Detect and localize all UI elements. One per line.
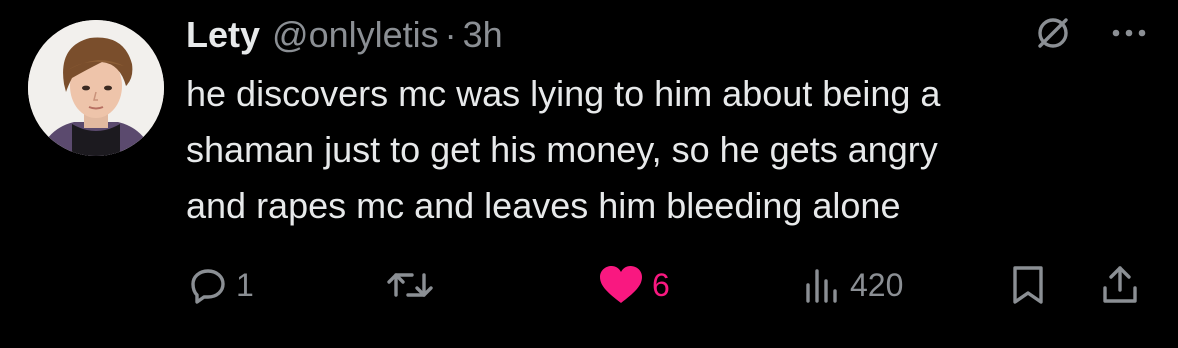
tweet[interactable]: Lety @onlyletis · 3h he discovers mc was… [0, 0, 1178, 348]
grok-button[interactable] [1034, 14, 1072, 52]
view-count: 420 [850, 266, 904, 303]
bookmark-icon [1013, 266, 1043, 304]
reply-icon [191, 269, 225, 304]
heart-icon [600, 266, 642, 303]
user-handle[interactable]: @onlyletis [272, 12, 439, 58]
display-name[interactable]: Lety [186, 12, 260, 58]
tweet-header: Lety @onlyletis · 3h [186, 12, 503, 58]
more-button[interactable] [1110, 27, 1148, 39]
share-icon [1103, 266, 1137, 303]
share-button[interactable] [1100, 262, 1140, 308]
tweet-top-controls [1034, 14, 1148, 52]
tweet-text: he discovers mc was lying to him about b… [186, 73, 941, 226]
retweet-icon [387, 273, 433, 297]
avatar[interactable] [28, 20, 164, 156]
tweet-actions: 1 6 420 [188, 262, 1148, 308]
reply-button[interactable]: 1 [188, 262, 254, 308]
separator-dot: · [444, 14, 457, 55]
like-button[interactable]: 6 [598, 262, 670, 308]
bookmark-button[interactable] [1010, 262, 1046, 308]
more-icon [1112, 29, 1146, 37]
views-button[interactable]: 420 [802, 262, 903, 308]
timestamp[interactable]: 3h [463, 12, 503, 58]
views-icon [806, 269, 837, 303]
reply-count: 1 [236, 266, 254, 303]
retweet-button[interactable] [386, 262, 442, 308]
avatar-image [28, 20, 164, 156]
grok-icon [1038, 18, 1068, 48]
like-count: 6 [652, 266, 670, 303]
